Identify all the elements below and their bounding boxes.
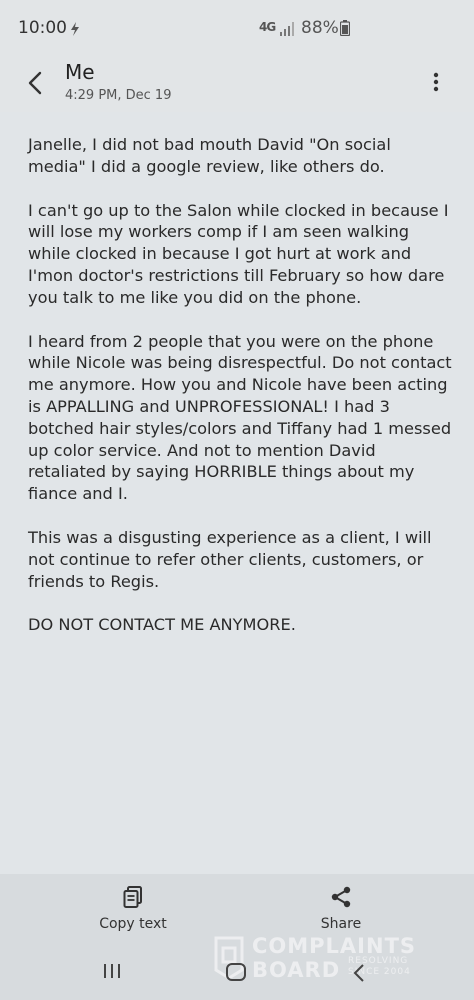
watermark-line1: COMPLAINTS: [252, 934, 417, 958]
charging-bolt-icon: [70, 21, 80, 40]
share-button[interactable]: Share: [281, 886, 401, 932]
more-vertical-icon: [433, 72, 439, 92]
message-view[interactable]: Janelle, I did not bad mouth David "On s…: [0, 112, 474, 874]
message-paragraph: This was a disgusting experience as a cl…: [28, 527, 432, 591]
nav-back-button[interactable]: [352, 963, 366, 987]
conversation-header: Me 4:29 PM, Dec 19: [0, 58, 474, 112]
back-arrow-icon: [28, 71, 42, 95]
share-icon: [331, 886, 351, 908]
copy-icon: [123, 886, 142, 908]
message-paragraph: I heard from 2 people that you were on t…: [28, 331, 452, 504]
signal-icon: [280, 21, 294, 40]
message-paragraph: Janelle, I did not bad mouth David "On s…: [28, 135, 391, 176]
copy-text-button[interactable]: Copy text: [73, 886, 193, 932]
home-icon: [226, 963, 246, 981]
battery-percentage: 88%: [301, 18, 339, 38]
message-paragraph: DO NOT CONTACT ME ANYMORE.: [28, 615, 296, 635]
message-timestamp: 4:29 PM, Dec 19: [65, 88, 172, 103]
battery-icon: [339, 20, 351, 40]
recent-apps-icon: [104, 964, 120, 978]
more-options-button[interactable]: [422, 68, 450, 96]
share-label: Share: [320, 916, 362, 932]
status-time: 10:00: [18, 18, 67, 38]
contact-name: Me: [65, 60, 95, 84]
nav-back-icon: [353, 964, 364, 982]
message-body: Janelle, I did not bad mouth David "On s…: [28, 134, 452, 658]
status-bar: 10:00 4G 88%: [0, 0, 474, 58]
watermark-line2: BOARD: [252, 958, 341, 982]
copy-text-label: Copy text: [99, 916, 167, 932]
home-button[interactable]: [225, 962, 247, 986]
back-button[interactable]: [18, 66, 52, 100]
message-paragraph: I can't go up to the Salon while clocked…: [28, 200, 449, 307]
network-type: 4G: [259, 20, 276, 34]
recent-apps-button[interactable]: [101, 962, 123, 984]
